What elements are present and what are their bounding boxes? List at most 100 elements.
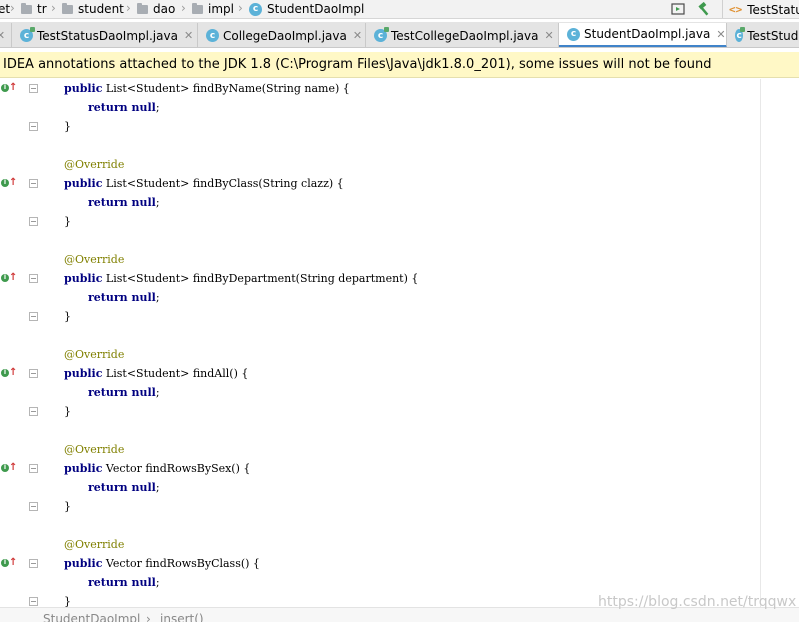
close-icon[interactable]: ✕ <box>353 29 362 42</box>
tab-collegedaoimpl[interactable]: c CollegeDaoImpl.java ✕ <box>198 23 366 47</box>
code-line-closing-brace[interactable]: } <box>64 592 71 607</box>
watermark: https://blog.csdn.net/trqqwx <box>598 594 797 610</box>
punctuation-token: ; <box>155 576 160 589</box>
code-line-closing-brace[interactable]: } <box>64 212 71 231</box>
keyword-token: null <box>127 291 156 304</box>
code-line-return[interactable]: return null; <box>88 193 160 212</box>
fold-end-icon[interactable] <box>29 597 38 606</box>
layout-icon[interactable] <box>671 2 685 16</box>
fold-end-icon[interactable] <box>29 312 38 321</box>
tab-testcollegedaoimpl[interactable]: c TestCollegeDaoImpl.java ✕ <box>366 23 559 47</box>
fold-toggle-icon[interactable] <box>29 179 38 188</box>
folder-icon <box>21 2 32 14</box>
breadcrumb-item-impl[interactable]: impl <box>192 1 234 17</box>
keyword-token: public <box>64 177 103 190</box>
tab-label: TestCollegeDaoImpl.java <box>391 28 539 43</box>
interface-dot-icon: I <box>1 368 9 377</box>
code-line-closing-brace[interactable]: } <box>64 117 71 136</box>
implements-method-icon[interactable]: I ↑ <box>1 367 18 378</box>
tab-teststatusdaoimpl[interactable]: c TestStatusDaoImpl.java ✕ <box>12 23 198 47</box>
code-line-annotation[interactable]: @Override <box>64 440 124 459</box>
code-line-return[interactable]: return null; <box>88 383 160 402</box>
fold-toggle-icon[interactable] <box>29 464 38 473</box>
fold-toggle-icon[interactable] <box>29 84 38 93</box>
tab-teststudentdaoimpl[interactable]: c TestStudu <box>727 23 799 47</box>
code-line-annotation[interactable]: @Override <box>64 345 124 364</box>
breadcrumb-item-tr[interactable]: tr <box>21 1 47 17</box>
chevron-right-icon: › <box>51 1 56 15</box>
fold-toggle-icon[interactable] <box>29 369 38 378</box>
brace-token: } <box>64 215 71 228</box>
breadcrumb-item-studentdaoimpl[interactable]: c StudentDaoImpl <box>249 1 364 17</box>
code-line-method-signature[interactable]: public Vector findRowsByClass() { <box>64 554 260 573</box>
annotation-token: @Override <box>64 253 125 266</box>
fold-toggle-icon[interactable] <box>29 559 38 568</box>
class-icon: c <box>206 29 219 42</box>
breadcrumb-label: student <box>78 2 124 16</box>
code-line-closing-brace[interactable]: } <box>64 497 71 516</box>
close-icon[interactable]: ✕ <box>716 28 725 41</box>
implements-method-icon[interactable]: I ↑ <box>1 82 18 93</box>
code-line-closing-brace[interactable]: } <box>64 307 71 326</box>
implements-method-icon[interactable]: I ↑ <box>1 557 18 568</box>
close-icon[interactable]: ✕ <box>0 29 5 42</box>
arrow-up-icon: ↑ <box>9 272 18 283</box>
code-line-return[interactable]: return null; <box>88 478 160 497</box>
interface-dot-icon: I <box>1 83 9 92</box>
code-line-return[interactable]: return null; <box>88 573 160 592</box>
code-editor[interactable]: public List<Student> findByName(String n… <box>0 79 799 607</box>
arrow-up-icon: ↑ <box>9 462 18 473</box>
punctuation-token: ; <box>155 291 160 304</box>
annotation-token: @Override <box>64 538 125 551</box>
tab-scroll-close[interactable]: ✕ <box>0 23 12 47</box>
brace-token: } <box>64 405 71 418</box>
test-class-icon: c <box>20 27 35 42</box>
implements-method-icon[interactable]: I ↑ <box>1 178 17 188</box>
annotation-token: @Override <box>64 443 125 456</box>
code-line-annotation[interactable]: @Override <box>64 250 124 269</box>
signature-token: List<Student> findAll() { <box>102 367 249 380</box>
breadcrumb-item-student[interactable]: student <box>62 1 124 17</box>
arrow-up-icon: ↑ <box>9 82 18 93</box>
folder-icon <box>192 2 203 14</box>
keyword-token: return <box>88 196 128 209</box>
close-icon[interactable]: ✕ <box>184 29 193 42</box>
interface-dot-icon: I <box>1 178 9 187</box>
signature-token: Vector findRowsByClass() { <box>102 557 260 570</box>
breadcrumb-item-project[interactable]: et <box>0 1 10 17</box>
code-line-annotation[interactable]: @Override <box>64 535 124 554</box>
breadcrumb-item-dao[interactable]: dao <box>137 1 175 17</box>
implements-method-icon[interactable]: I ↑ <box>1 462 18 473</box>
signature-token: List<Student> findByName(String name) { <box>102 82 350 95</box>
code-line-method-signature[interactable]: public List<Student> findByClass(String … <box>64 174 344 193</box>
code-line-method-signature[interactable]: public List<Student> findByName(String n… <box>64 79 350 98</box>
tab-label: TestStudu <box>747 28 799 43</box>
structure-crumb-method[interactable]: insert() <box>160 612 204 622</box>
close-icon[interactable]: ✕ <box>544 29 553 42</box>
fold-toggle-icon[interactable] <box>29 274 38 283</box>
structure-crumb-class[interactable]: StudentDaoImpl <box>43 612 140 622</box>
fold-end-icon[interactable] <box>29 122 38 131</box>
tab-studentdaoimpl[interactable]: c StudentDaoImpl.java ✕ <box>559 23 727 47</box>
code-line-method-signature[interactable]: public List<Student> findAll() { <box>64 364 248 383</box>
keyword-token: return <box>88 386 128 399</box>
implements-method-icon[interactable]: I ↑ <box>1 272 18 283</box>
run-configuration-selector[interactable]: <> TestStatu <box>722 0 799 18</box>
brace-token: } <box>64 595 71 607</box>
annotation-token: @Override <box>64 158 125 171</box>
class-icon: c <box>249 2 262 16</box>
code-line-method-signature[interactable]: public Vector findRowsBySex() { <box>64 459 250 478</box>
build-hammer-icon[interactable] <box>697 2 711 16</box>
arrow-up-icon: ↑ <box>9 557 18 568</box>
fold-end-icon[interactable] <box>29 407 38 416</box>
code-line-return[interactable]: return null; <box>88 288 160 307</box>
fold-end-icon[interactable] <box>29 502 38 511</box>
code-line-return[interactable]: return null; <box>88 98 160 117</box>
chevron-right-icon: › <box>146 612 151 622</box>
class-icon: c <box>567 27 580 41</box>
code-line-closing-brace[interactable]: } <box>64 402 71 421</box>
fold-end-icon[interactable] <box>29 217 38 226</box>
code-line-method-signature[interactable]: public List<Student> findByDepartment(St… <box>64 269 418 288</box>
code-line-annotation[interactable]: @Override <box>64 155 124 174</box>
arrow-up-icon: ↑ <box>9 367 18 378</box>
